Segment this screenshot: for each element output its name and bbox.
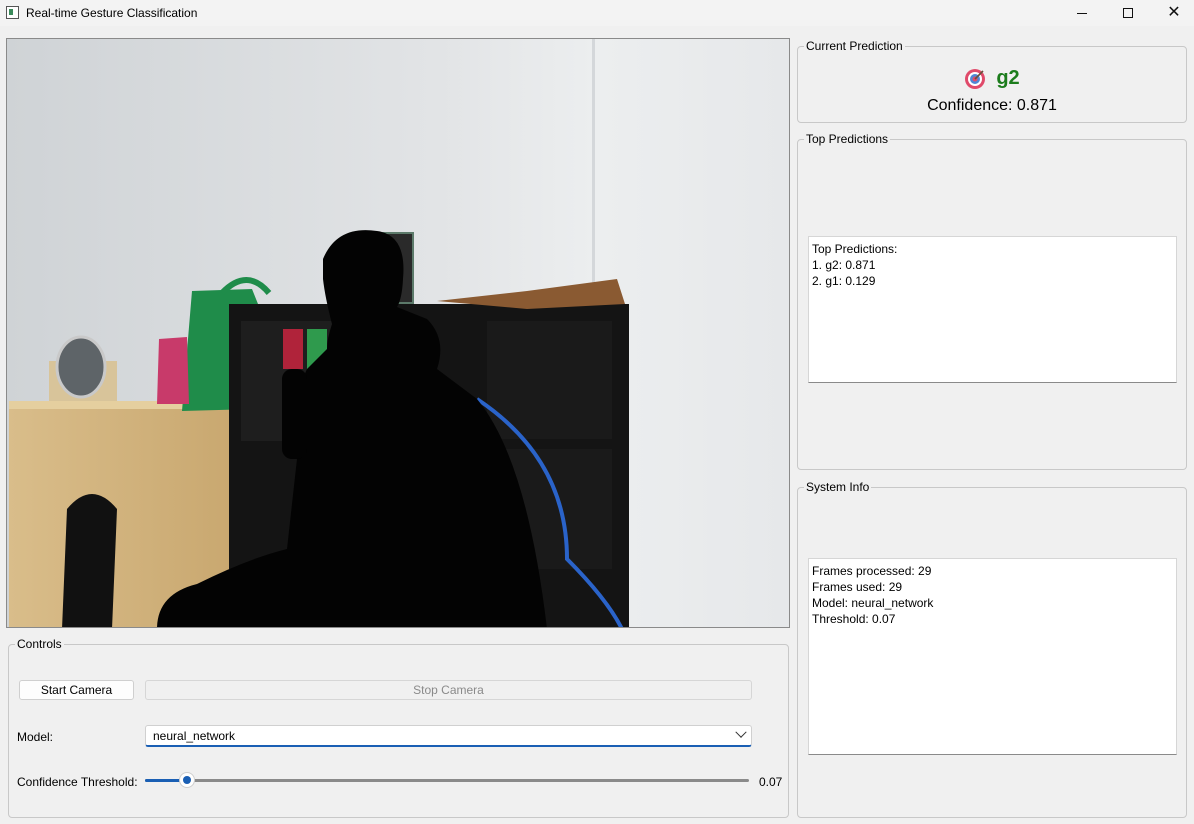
camera-image	[7, 39, 789, 627]
confidence-threshold-label: Confidence Threshold:	[17, 775, 138, 789]
start-camera-button[interactable]: Start Camera	[19, 680, 134, 700]
controls-group: Controls Start Camera Stop Camera Model:…	[8, 637, 789, 818]
model-select[interactable]: neural_network	[145, 725, 752, 747]
top-predictions-group: Top Predictions Top Predictions: 1. g2: …	[797, 132, 1187, 470]
system-info-textbox[interactable]: Frames processed: 29 Frames used: 29 Mod…	[808, 558, 1177, 755]
top-predictions-line: Top Predictions:	[812, 242, 898, 256]
current-prediction-title: Current Prediction	[804, 39, 905, 53]
target-icon	[965, 68, 986, 89]
threshold-slider-track[interactable]	[145, 779, 749, 782]
stop-camera-button[interactable]: Stop Camera	[145, 680, 752, 700]
current-prediction-group: Current Prediction g2 Confidence: 0.871	[797, 39, 1187, 123]
close-icon: ✕	[1167, 4, 1181, 21]
system-info-group: System Info Frames processed: 29 Frames …	[797, 480, 1187, 818]
threshold-value: 0.07	[759, 775, 783, 789]
system-info-title: System Info	[804, 480, 872, 494]
system-info-line: Frames used: 29	[812, 580, 903, 594]
model-select-value: neural_network	[153, 728, 236, 743]
prediction-confidence: Confidence: 0.871	[927, 97, 1057, 114]
top-predictions-title: Top Predictions	[804, 132, 891, 146]
camera-feed	[6, 38, 790, 628]
app-icon	[6, 6, 19, 19]
threshold-slider-thumb[interactable]	[179, 772, 196, 788]
maximize-button[interactable]	[1105, 0, 1151, 26]
controls-title: Controls	[15, 637, 64, 651]
system-info-line: Model: neural_network	[812, 596, 934, 610]
minimize-icon	[1077, 12, 1087, 14]
close-button[interactable]: ✕	[1151, 0, 1194, 26]
prediction-label: g2	[996, 67, 1020, 89]
system-info-line: Frames processed: 29	[812, 564, 932, 578]
maximize-icon	[1123, 8, 1133, 18]
title-bar: Real-time Gesture Classification ✕	[0, 0, 1194, 26]
top-predictions-line: 1. g2: 0.871	[812, 258, 876, 272]
chevron-down-icon[interactable]	[735, 726, 747, 738]
top-predictions-textbox[interactable]: Top Predictions: 1. g2: 0.871 2. g1: 0.1…	[808, 236, 1177, 383]
prediction-row: g2	[798, 67, 1186, 90]
minimize-button[interactable]	[1059, 0, 1105, 26]
model-label: Model:	[17, 730, 54, 744]
top-predictions-line: 2. g1: 0.129	[812, 274, 876, 288]
window-title: Real-time Gesture Classification	[26, 6, 198, 20]
system-info-line: Threshold: 0.07	[812, 612, 896, 626]
